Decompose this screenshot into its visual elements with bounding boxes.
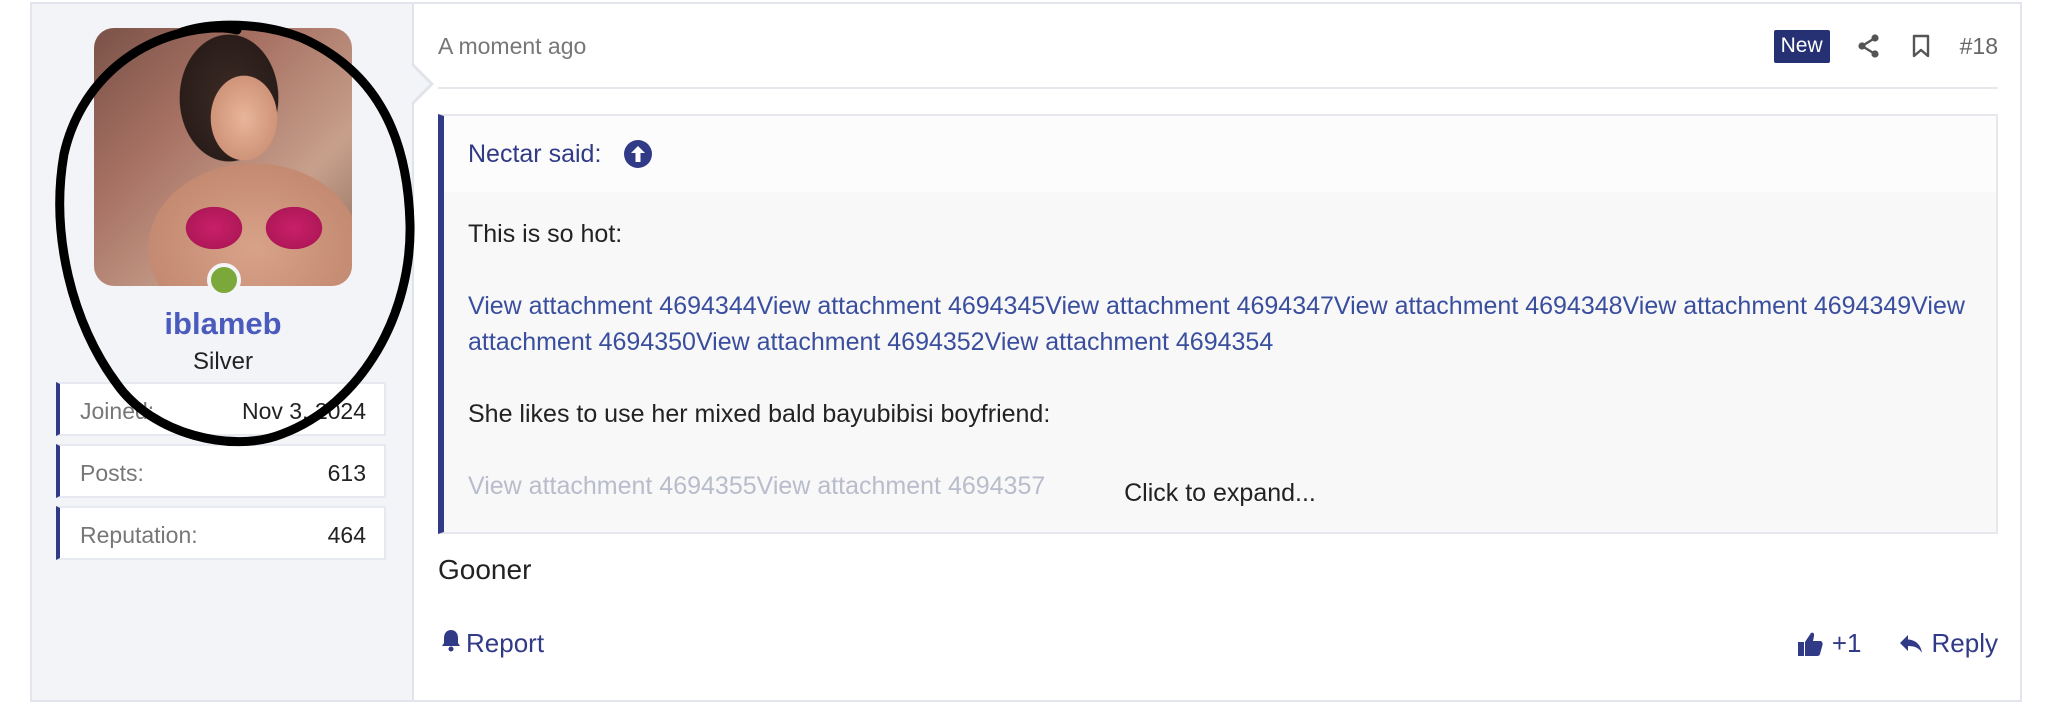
click-to-expand-link[interactable]: Click to expand... xyxy=(444,479,1996,508)
like-count: +1 xyxy=(1831,628,1862,658)
stat-value: 613 xyxy=(327,460,366,486)
bookmark-icon[interactable] xyxy=(1908,32,1934,60)
quote-author-link[interactable]: Nectar said: xyxy=(468,140,601,169)
report-label: Report xyxy=(466,628,545,658)
post-header-actions: New #18 xyxy=(1773,28,1998,64)
post-number-link[interactable]: #18 xyxy=(1960,33,1998,60)
quote-block: Nectar said: This is so hot: View attach… xyxy=(438,114,1998,534)
stat-posts: Posts: 613 xyxy=(56,444,386,498)
quote-text: This is so hot: xyxy=(468,220,623,248)
thumbs-up-icon xyxy=(1797,632,1823,656)
jump-to-quote-icon[interactable] xyxy=(624,140,652,168)
report-button[interactable]: Report xyxy=(440,628,544,659)
stat-value: 464 xyxy=(327,522,366,548)
stat-reputation: Reputation: 464 xyxy=(56,506,386,560)
stat-joined: Joined: Nov 3, 2024 xyxy=(56,382,386,436)
username-link[interactable]: iblameb xyxy=(32,306,414,342)
header-divider xyxy=(438,87,1998,89)
reply-icon xyxy=(1899,634,1922,653)
user-sidebar: iblameb Silver Joined: Nov 3, 2024 Posts… xyxy=(32,4,415,700)
stat-label: Posts: xyxy=(80,460,144,486)
post-body-text: Gooner xyxy=(438,554,532,585)
user-title: Silver xyxy=(192,348,253,375)
stat-label: Reputation: xyxy=(80,522,198,548)
post-main: A moment ago New #18 Nectar said: This i… xyxy=(414,4,2020,700)
quote-header: Nectar said: xyxy=(444,116,1996,192)
stat-value: Nov 3, 2024 xyxy=(241,398,366,424)
online-status-icon xyxy=(207,263,241,297)
forum-post: iblameb Silver Joined: Nov 3, 2024 Posts… xyxy=(30,2,2022,702)
reply-label: Reply xyxy=(1931,628,1998,658)
reply-button[interactable]: Reply xyxy=(1898,628,1998,659)
quote-text: She likes to use her mixed bald bayubibi… xyxy=(468,400,1051,428)
attachment-links[interactable]: View attachment 4694344View attachment 4… xyxy=(468,288,1972,360)
post-timestamp[interactable]: A moment ago xyxy=(438,33,586,60)
like-button[interactable]: +1 xyxy=(1796,628,1862,659)
stat-label: Joined: xyxy=(80,398,155,424)
bell-icon xyxy=(440,628,462,659)
share-icon[interactable] xyxy=(1856,32,1882,60)
avatar[interactable] xyxy=(94,28,352,286)
new-badge: New xyxy=(1773,29,1830,63)
post-actions: +1 Reply xyxy=(1796,628,1998,659)
